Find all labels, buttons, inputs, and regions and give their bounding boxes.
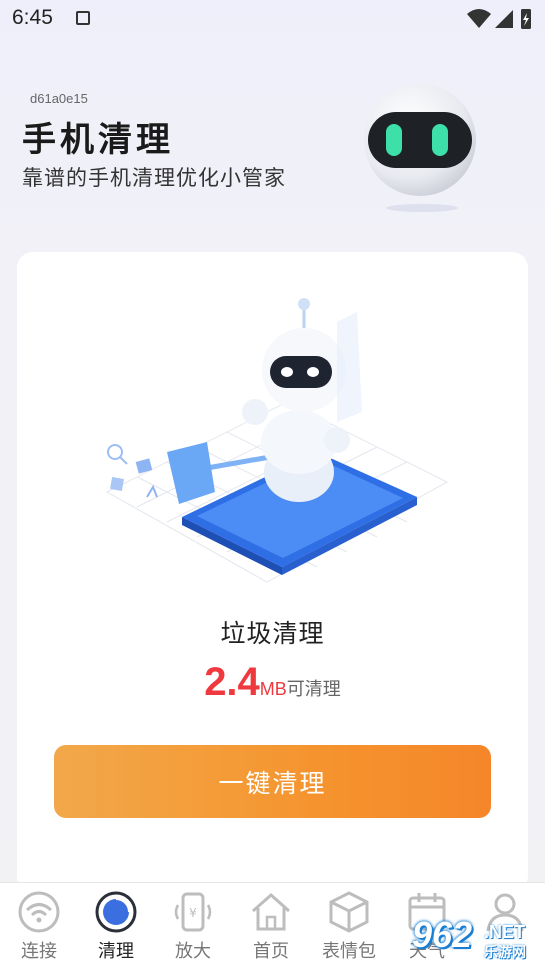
- watermark-suffix: .NET: [484, 922, 526, 942]
- status-icons: [467, 9, 531, 29]
- junk-size-note: 可清理: [286, 679, 341, 700]
- tab-label: 连接: [21, 941, 57, 962]
- junk-size-unit: MB: [259, 679, 287, 699]
- status-bar: 6:45: [0, 0, 545, 40]
- tab-home[interactable]: 首页: [232, 883, 310, 968]
- status-time: 6:45: [12, 6, 53, 29]
- tab-label: 表情包: [322, 941, 376, 962]
- junk-clean-card: 垃圾清理 2.4MB可清理 一键清理: [17, 252, 528, 892]
- box-icon: [329, 891, 369, 933]
- junk-clean-title: 垃圾清理: [220, 619, 325, 648]
- wifi-icon: [18, 891, 60, 933]
- tab-clean[interactable]: 清理: [77, 883, 155, 968]
- svg-text:¥: ¥: [189, 906, 197, 920]
- clean-icon: [95, 891, 137, 933]
- robot-cleaning-phone-illustration: [105, 298, 449, 583]
- tab-label: 清理: [98, 941, 134, 962]
- robot-mascot-icon: [364, 84, 476, 212]
- signal-icon: [495, 10, 513, 28]
- tab-connect[interactable]: 连接: [0, 883, 78, 968]
- device-code: d61a0e15: [30, 91, 88, 106]
- tab-stickers[interactable]: 表情包: [310, 883, 388, 968]
- home-icon: [252, 892, 290, 931]
- notification-a-icon: [76, 11, 90, 25]
- page-subtitle: 靠谱的手机清理优化小管家: [22, 166, 286, 190]
- tab-label: 首页: [253, 941, 289, 962]
- tab-label: 放大: [175, 941, 211, 962]
- watermark-number: 962: [412, 914, 473, 955]
- page-title: 手机清理: [22, 120, 174, 160]
- tab-magnify[interactable]: ¥ 放大: [154, 883, 232, 968]
- one-click-clean-button[interactable]: 一键清理: [54, 745, 491, 818]
- site-watermark: 962 .NET 乐游网: [404, 906, 545, 966]
- magnify-icon: ¥: [174, 892, 212, 932]
- junk-size-row: 2.4MB可清理: [17, 660, 528, 705]
- wifi-icon: [467, 9, 491, 28]
- watermark-sub: 乐游网: [484, 945, 526, 961]
- junk-size-value: 2.4: [204, 660, 260, 704]
